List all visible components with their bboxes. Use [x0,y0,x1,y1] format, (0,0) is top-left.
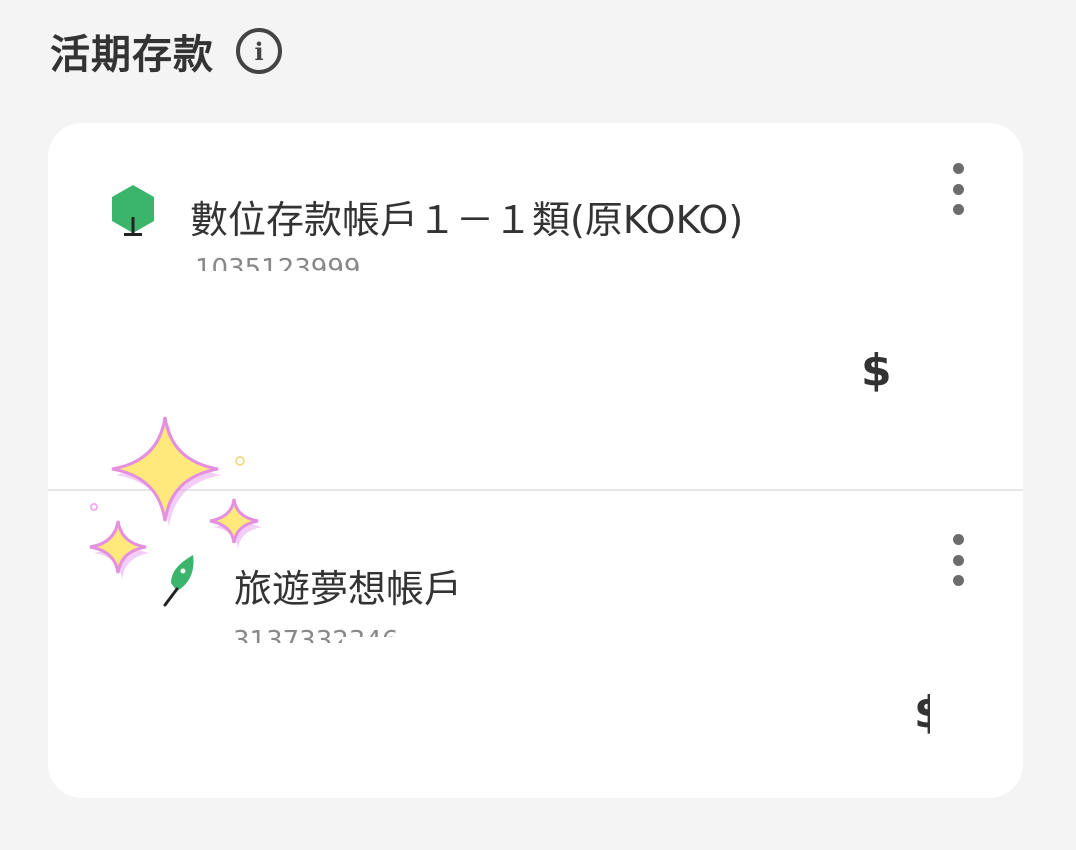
account-number: 1035123999 [195,255,361,271]
sparkle-icon [89,416,262,579]
account-name: 數位存款帳戶１－１類(原KOKO) [190,198,744,242]
page-title: 活期存款 [50,32,214,78]
more-options-button[interactable] [946,163,970,215]
dot-icon [952,163,964,174]
accounts-card: 數位存款帳戶１－１類(原KOKO) 1035123999 $ 旅遊夢想帳戶 31… [48,123,1023,798]
redaction-mask [342,637,432,681]
dot-icon [952,575,964,586]
tree-icon [112,185,154,236]
dot-icon [952,554,964,566]
dot-icon [952,183,964,195]
dot-icon [952,534,964,545]
redaction-mask [890,345,930,403]
section-header: 活期存款 i [50,22,282,80]
redaction-mask [930,687,970,745]
dot-icon [952,204,964,215]
more-options-button[interactable] [946,534,970,586]
info-icon[interactable]: i [236,28,282,74]
account-balance: $ [861,345,892,396]
